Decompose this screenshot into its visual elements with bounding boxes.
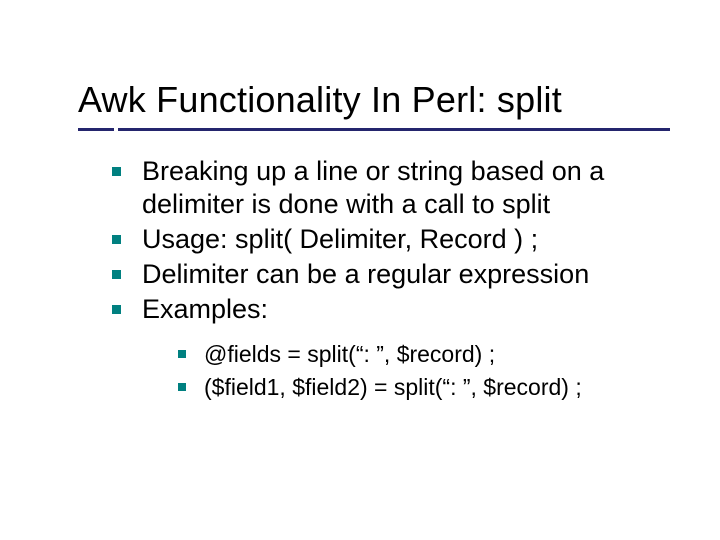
- example-text: @fields = split(“: ”, $record) ;: [204, 341, 495, 367]
- slide: Awk Functionality In Perl: split Breakin…: [0, 0, 720, 540]
- example-text: ($field1, $field2) = split(“: ”, $record…: [204, 374, 582, 400]
- list-item: Delimiter can be a regular expression: [108, 258, 665, 291]
- title-accent-short: [78, 128, 114, 131]
- list-item: Breaking up a line or string based on a …: [108, 155, 665, 221]
- slide-body: Breaking up a line or string based on a …: [108, 155, 665, 407]
- bullet-text: Examples:: [142, 294, 268, 324]
- bullet-list: Breaking up a line or string based on a …: [108, 155, 665, 403]
- list-item: @fields = split(“: ”, $record) ;: [174, 340, 665, 369]
- title-wrap: Awk Functionality In Perl: split: [78, 80, 680, 120]
- list-item: Examples: @fields = split(“: ”, $record)…: [108, 293, 665, 403]
- list-item: ($field1, $field2) = split(“: ”, $record…: [174, 373, 665, 402]
- bullet-text: Delimiter can be a regular expression: [142, 259, 589, 289]
- bullet-text: Usage: split( Delimiter, Record ) ;: [142, 224, 538, 254]
- example-list: @fields = split(“: ”, $record) ; ($field…: [174, 340, 665, 403]
- title-accent-long: [118, 128, 670, 131]
- slide-title: Awk Functionality In Perl: split: [78, 80, 680, 120]
- bullet-text: Breaking up a line or string based on a …: [142, 156, 604, 219]
- list-item: Usage: split( Delimiter, Record ) ;: [108, 223, 665, 256]
